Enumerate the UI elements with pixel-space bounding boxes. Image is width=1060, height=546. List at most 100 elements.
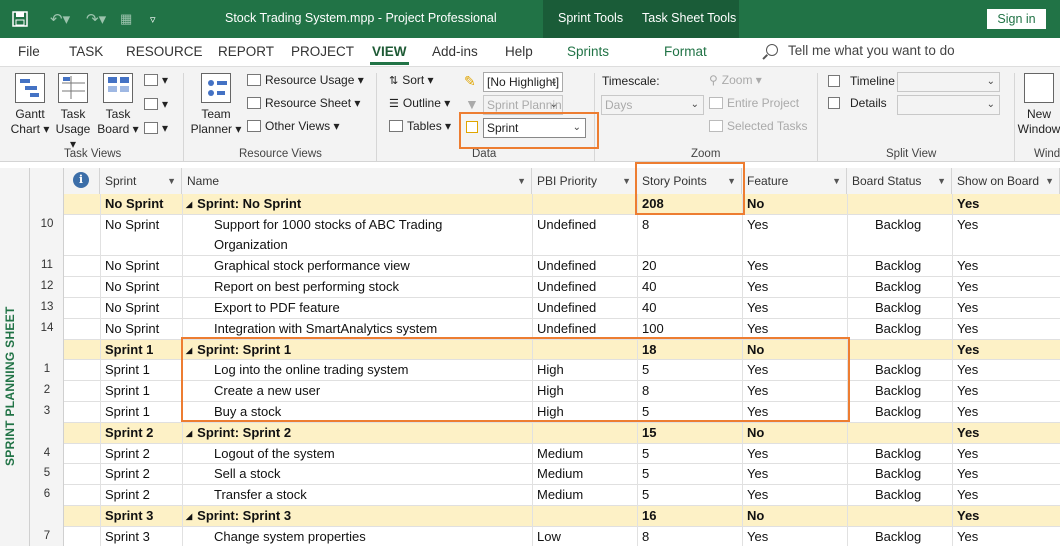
redo-icon[interactable]: ↷▾ bbox=[86, 0, 106, 38]
collapse-group-icon[interactable]: ◢ bbox=[186, 346, 192, 355]
details-select[interactable]: ⌄ bbox=[897, 95, 1000, 115]
board-status-cell[interactable]: Backlog bbox=[847, 277, 952, 297]
sprint-cell[interactable]: No Sprint bbox=[100, 215, 182, 235]
board-status-cell[interactable]: Backlog bbox=[847, 215, 952, 235]
story-points-cell[interactable]: 8 bbox=[637, 527, 742, 546]
show-on-board-cell[interactable]: Yes bbox=[952, 277, 1060, 297]
row-id[interactable]: 11 bbox=[30, 259, 64, 271]
show-on-board-cell[interactable]: Yes bbox=[952, 423, 1060, 443]
feature-cell[interactable]: Yes bbox=[742, 381, 847, 401]
row-id[interactable]: 5 bbox=[30, 467, 64, 479]
show-on-board-cell[interactable]: Yes bbox=[952, 360, 1060, 380]
filter-select[interactable]: Sprint Planning ⌄ bbox=[483, 95, 563, 115]
resource-sheet-button[interactable]: Resource Sheet ▾ bbox=[247, 96, 360, 110]
board-status-cell[interactable]: Backlog bbox=[847, 360, 952, 380]
other-views-button[interactable]: Other Views ▾ bbox=[247, 119, 340, 133]
sort-button[interactable]: ⇅ Sort ▾ bbox=[389, 73, 434, 87]
sprint-cell[interactable]: Sprint 2 bbox=[100, 444, 182, 464]
task-name-cell[interactable]: Integration with SmartAnalytics system bbox=[182, 319, 532, 339]
feature-cell[interactable]: No bbox=[742, 194, 847, 214]
story-points-cell[interactable]: 20 bbox=[637, 256, 742, 276]
timeline-select[interactable]: ⌄ bbox=[897, 72, 1000, 92]
show-on-board-cell[interactable]: Yes bbox=[952, 485, 1060, 505]
story-points-cell[interactable]: 8 bbox=[637, 381, 742, 401]
pbi-priority-cell[interactable]: Undefined bbox=[532, 215, 637, 235]
highlight-select[interactable]: [No Highlight] ⌄ bbox=[483, 72, 563, 92]
pbi-priority-cell[interactable]: Undefined bbox=[532, 298, 637, 318]
collapse-group-icon[interactable]: ◢ bbox=[186, 512, 192, 521]
board-status-cell[interactable]: Backlog bbox=[847, 464, 952, 484]
row-id[interactable]: 12 bbox=[30, 280, 64, 292]
outline-button[interactable]: ☰ Outline ▾ bbox=[389, 96, 450, 110]
story-points-cell[interactable]: 5 bbox=[637, 444, 742, 464]
feature-cell[interactable]: Yes bbox=[742, 464, 847, 484]
task-name-cell[interactable]: ◢ Sprint: Sprint 1 bbox=[182, 340, 532, 361]
board-status-cell[interactable]: Backlog bbox=[847, 298, 952, 318]
column-header-pbi-priority[interactable]: PBI Priority ▼ bbox=[532, 168, 637, 194]
sprint-cell[interactable]: No Sprint bbox=[100, 277, 182, 297]
tables-button[interactable]: Tables ▾ bbox=[389, 119, 451, 133]
feature-cell[interactable]: Yes bbox=[742, 277, 847, 297]
board-status-cell[interactable]: Backlog bbox=[847, 444, 952, 464]
view-switch-icon[interactable]: ▦ bbox=[120, 0, 132, 38]
sprint-cell[interactable]: No Sprint bbox=[100, 194, 182, 214]
story-points-cell[interactable]: 18 bbox=[637, 340, 742, 360]
task-name-cell[interactable]: Graphical stock performance view bbox=[182, 256, 532, 276]
task-name-cell[interactable]: Change system properties bbox=[182, 527, 532, 546]
feature-cell[interactable]: Yes bbox=[742, 527, 847, 546]
row-id[interactable]: 4 bbox=[30, 447, 64, 459]
tab-project[interactable]: PROJECT bbox=[291, 44, 354, 59]
show-on-board-cell[interactable]: Yes bbox=[952, 444, 1060, 464]
collapse-group-icon[interactable]: ◢ bbox=[186, 200, 192, 209]
show-on-board-cell[interactable]: Yes bbox=[952, 506, 1060, 526]
sprint-cell[interactable]: Sprint 2 bbox=[100, 485, 182, 505]
board-status-cell[interactable]: Backlog bbox=[847, 402, 952, 422]
show-on-board-cell[interactable]: Yes bbox=[952, 381, 1060, 401]
details-checkbox[interactable]: Details bbox=[828, 96, 887, 110]
pbi-priority-cell[interactable]: Undefined bbox=[532, 277, 637, 297]
sprint-cell[interactable]: No Sprint bbox=[100, 319, 182, 339]
gantt-chart-button[interactable]: Gantt Chart ▾ bbox=[9, 73, 51, 137]
feature-cell[interactable]: Yes bbox=[742, 360, 847, 380]
task-usage-button[interactable]: Task Usage ▾ bbox=[52, 73, 94, 152]
story-points-cell[interactable]: 40 bbox=[637, 277, 742, 297]
other-task-views-button[interactable]: ▾ bbox=[144, 121, 168, 135]
show-on-board-cell[interactable]: Yes bbox=[952, 215, 1060, 235]
row-id[interactable]: 1 bbox=[30, 363, 64, 375]
sprint-cell[interactable]: Sprint 2 bbox=[100, 464, 182, 484]
zoom-button[interactable]: ⚲ Zoom ▾ bbox=[709, 73, 762, 87]
feature-cell[interactable]: Yes bbox=[742, 298, 847, 318]
task-name-cell[interactable]: ◢ Sprint: Sprint 2 bbox=[182, 423, 532, 444]
row-id[interactable]: 3 bbox=[30, 405, 64, 417]
sprint-cell[interactable]: Sprint 1 bbox=[100, 381, 182, 401]
tell-me-search[interactable]: Tell me what you want to do bbox=[766, 43, 955, 58]
task-name-cell[interactable]: ◢ Sprint: No Sprint bbox=[182, 194, 532, 215]
collapse-group-icon[interactable]: ◢ bbox=[186, 429, 192, 438]
task-board-button[interactable]: Task Board ▾ bbox=[97, 73, 139, 137]
story-points-cell[interactable]: 5 bbox=[637, 360, 742, 380]
tab-resource[interactable]: RESOURCE bbox=[126, 44, 203, 59]
row-id[interactable]: 10 bbox=[30, 218, 64, 230]
feature-cell[interactable]: Yes bbox=[742, 319, 847, 339]
team-planner-button[interactable]: Team Planner ▾ bbox=[190, 73, 242, 137]
board-status-cell[interactable]: Backlog bbox=[847, 527, 952, 546]
task-name-cell[interactable]: Create a new user bbox=[182, 381, 532, 401]
story-points-cell[interactable]: 208 bbox=[637, 194, 742, 214]
feature-cell[interactable]: Yes bbox=[742, 444, 847, 464]
board-status-cell[interactable]: Backlog bbox=[847, 256, 952, 276]
pbi-priority-cell[interactable]: Medium bbox=[532, 485, 637, 505]
sign-in-button[interactable]: Sign in bbox=[987, 9, 1046, 29]
pbi-priority-cell[interactable]: High bbox=[532, 402, 637, 422]
feature-cell[interactable]: No bbox=[742, 423, 847, 443]
sprint-cell[interactable]: Sprint 1 bbox=[100, 340, 182, 360]
tab-sprints[interactable]: Sprints bbox=[567, 44, 609, 59]
feature-cell[interactable]: Yes bbox=[742, 402, 847, 422]
row-id[interactable]: 7 bbox=[30, 530, 64, 542]
story-points-cell[interactable]: 5 bbox=[637, 402, 742, 422]
feature-cell[interactable]: Yes bbox=[742, 215, 847, 235]
sprint-cell[interactable]: Sprint 3 bbox=[100, 527, 182, 546]
save-icon[interactable] bbox=[12, 0, 28, 38]
story-points-cell[interactable]: 100 bbox=[637, 319, 742, 339]
story-points-cell[interactable]: 5 bbox=[637, 485, 742, 505]
feature-cell[interactable]: Yes bbox=[742, 256, 847, 276]
